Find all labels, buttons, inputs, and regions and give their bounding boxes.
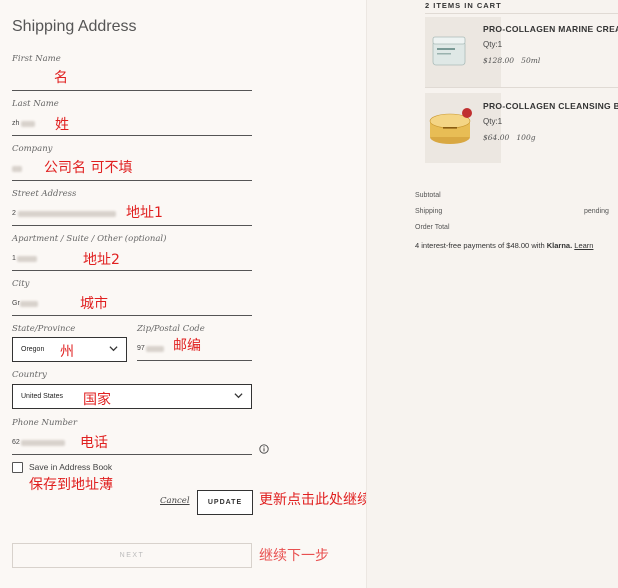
update-button[interactable]: UPDATE <box>197 490 253 515</box>
phone-label: Phone Number <box>12 418 78 428</box>
country-annotation: 国家 <box>83 392 111 408</box>
zip-value[interactable]: 97 <box>137 345 145 352</box>
product-price: $128.00 50ml <box>483 56 540 65</box>
last-name-label: Last Name <box>12 99 59 109</box>
product-qty: Qty:1 <box>483 40 503 49</box>
order-total-label: Order Total <box>415 224 450 231</box>
state-annotation: 州 <box>60 344 74 360</box>
subtotal-label: Subtotal <box>415 192 441 199</box>
apartment-annotation: 地址2 <box>83 252 120 268</box>
phone-input[interactable] <box>12 454 252 455</box>
last-name-annotation: 姓 <box>55 117 69 133</box>
state-label: State/Province <box>12 324 76 334</box>
product-size: 50ml <box>521 56 541 65</box>
redaction-blur <box>17 256 37 262</box>
divider <box>425 87 618 88</box>
zip-input[interactable] <box>137 360 252 361</box>
klarna-logo: Klarna. <box>546 241 573 250</box>
country-select[interactable]: United States <box>12 384 252 409</box>
redaction-blur <box>12 166 22 172</box>
cart-header: 2 ITEMS IN CART <box>425 1 502 10</box>
divider <box>425 13 618 14</box>
product-qty: Qty:1 <box>483 117 503 126</box>
first-name-annotation: 名 <box>54 70 68 86</box>
company-input[interactable] <box>12 180 252 181</box>
street-address-annotation: 地址1 <box>126 205 163 221</box>
apartment-label: Apartment / Suite / Other (optional) <box>12 234 167 244</box>
save-address-label: Save in Address Book <box>29 462 113 472</box>
zip-annotation: 邮编 <box>173 338 201 354</box>
apartment-value[interactable]: 1 <box>12 255 16 262</box>
klarna-learn-link[interactable]: Learn <box>574 241 593 250</box>
save-address-checkbox[interactable] <box>12 462 23 473</box>
company-label: Company <box>12 144 53 154</box>
klarna-message: 4 interest-free payments of $48.00 with … <box>415 241 593 250</box>
product-price: $64.00 100g <box>483 133 536 142</box>
shipping-value: pending <box>584 208 609 215</box>
country-label: Country <box>12 370 47 380</box>
last-name-value[interactable]: zh <box>12 120 19 127</box>
redaction-blur <box>21 121 35 127</box>
phone-annotation: 电话 <box>80 435 108 451</box>
form-title: Shipping Address <box>12 18 137 35</box>
product-price-value: $128.00 <box>483 56 515 65</box>
city-input[interactable] <box>12 315 252 316</box>
redaction-blur <box>21 440 65 446</box>
company-annotation: 公司名 可不填 <box>44 160 133 176</box>
last-name-input[interactable] <box>12 135 252 136</box>
redaction-blur <box>18 211 116 217</box>
klarna-text: 4 interest-free payments of $48.00 with <box>415 241 545 250</box>
shipping-form-panel: Shipping Address First Name 名 Last Name … <box>0 0 399 588</box>
product-name[interactable]: PRO-COLLAGEN CLEANSING BALM <box>483 101 618 111</box>
apartment-input[interactable] <box>12 270 252 271</box>
product-name[interactable]: PRO-COLLAGEN MARINE CREAM <box>483 24 618 34</box>
next-button[interactable]: NEXT <box>12 543 252 568</box>
street-address-input[interactable] <box>12 225 252 226</box>
product-price-value: $64.00 <box>483 133 510 142</box>
first-name-input[interactable] <box>12 90 252 91</box>
chevron-down-icon <box>234 393 243 399</box>
cancel-link[interactable]: Cancel <box>160 496 190 506</box>
street-address-label: Street Address <box>12 189 77 199</box>
city-annotation: 城市 <box>80 296 108 312</box>
first-name-label: First Name <box>12 54 61 64</box>
city-value[interactable]: Gr <box>12 300 20 307</box>
phone-value[interactable]: 62 <box>12 439 20 446</box>
redaction-blur <box>20 301 38 307</box>
product-size: 100g <box>516 133 536 142</box>
shipping-label: Shipping <box>415 208 443 215</box>
city-label: City <box>12 279 30 289</box>
next-annotation: 继续下一步 <box>259 548 329 564</box>
info-icon[interactable] <box>259 444 269 454</box>
save-address-annotation: 保存到地址薄 <box>29 477 113 493</box>
chevron-down-icon <box>109 346 118 352</box>
street-address-value[interactable]: 2 <box>12 210 16 217</box>
state-select-value: Oregon <box>21 346 45 353</box>
zip-label: Zip/Postal Code <box>137 324 205 334</box>
country-select-value: United States <box>21 393 64 400</box>
redaction-blur <box>146 346 164 352</box>
cart-summary-panel <box>366 0 618 588</box>
